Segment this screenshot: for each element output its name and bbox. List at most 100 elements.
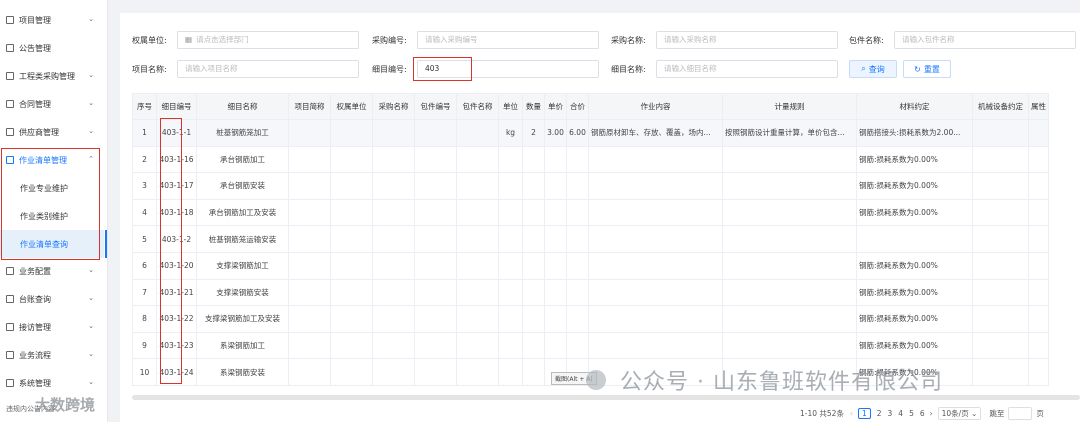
table-row[interactable]: 9 403-1-23 系梁钢筋加工 钢筋:损耗系数为0.00% <box>132 331 1049 360</box>
col-header[interactable]: 单位 <box>498 93 523 120</box>
table-row[interactable]: 3 403-1-17 承台钢筋安装 钢筋:损耗系数为0.00% <box>132 172 1049 200</box>
col-header[interactable]: 合价 <box>566 93 589 120</box>
table-row[interactable]: 4 403-1-18 承台钢筋加工及安装 钢筋:损耗系数为0.00% <box>132 198 1049 227</box>
table-cell <box>456 251 499 280</box>
table-cell: 钢筋:损耗系数为0.00% <box>856 172 973 200</box>
col-header[interactable]: 序号 <box>132 93 157 120</box>
table-cell <box>288 358 331 386</box>
table-row[interactable]: 7 403-1-21 支撑梁钢筋安装 钢筋:损耗系数为0.00% <box>132 278 1049 307</box>
table-cell <box>566 331 589 360</box>
table-cell: 钢筋:损耗系数为0.00% <box>856 251 973 280</box>
table-cell <box>972 198 1029 227</box>
sidebar-item-supplier[interactable]: 供应商管理 ⌄ <box>0 118 104 146</box>
col-header[interactable]: 项目简称 <box>288 93 331 120</box>
table-row[interactable]: 6 403-1-20 支撑梁钢筋加工 钢筋:损耗系数为0.00% <box>132 251 1049 280</box>
table-cell: 5 <box>132 225 157 253</box>
table-cell <box>972 172 1029 200</box>
table-cell <box>456 172 499 200</box>
table-cell <box>588 278 723 307</box>
next-page-icon[interactable]: › <box>930 409 933 418</box>
table-cell <box>522 198 545 227</box>
workflow-icon <box>6 351 14 359</box>
table-cell <box>722 278 857 307</box>
sidebar-item-business-config[interactable]: 业务配置 ⌄ <box>0 257 104 285</box>
prev-page-icon[interactable]: ‹ <box>850 409 853 418</box>
col-header[interactable]: 数量 <box>522 93 545 120</box>
chevron-down-icon: ⌄ <box>88 378 94 386</box>
table-cell <box>972 278 1029 307</box>
sidebar-item-contract[interactable]: 合同管理 ⌄ <box>0 90 104 118</box>
sidebar-item-label: 接访管理 <box>19 322 51 332</box>
table-cell <box>1028 358 1049 386</box>
table-cell: 系梁钢筋安装 <box>196 358 289 386</box>
table-cell: 6 <box>132 251 157 280</box>
page-size-select[interactable]: 10条/页 ⌄ <box>937 406 982 420</box>
page-number[interactable]: 4 <box>898 409 903 418</box>
table-cell <box>522 251 545 280</box>
col-header[interactable]: 细目编号 <box>156 93 197 120</box>
table-cell <box>1028 119 1049 147</box>
table-cell <box>1028 305 1049 333</box>
highlight-box-sidebar <box>1 148 100 260</box>
jump-input[interactable] <box>1008 406 1033 420</box>
col-header[interactable]: 单价 <box>544 93 567 120</box>
search-button[interactable]: ⌕ 查询 <box>849 60 897 78</box>
table-cell: 系梁钢筋加工 <box>196 331 289 360</box>
table-cell <box>522 278 545 307</box>
sidebar-item-workflow[interactable]: 业务流程 ⌄ <box>0 341 104 369</box>
purchase-name-field[interactable]: 请输入采购名称 <box>656 31 838 49</box>
table-cell <box>1028 331 1049 360</box>
table-cell <box>456 145 499 174</box>
search-button-label: 查询 <box>868 64 885 74</box>
org-field[interactable]: ▦ 请点击选择部门 <box>177 31 359 49</box>
sidebar-item-system[interactable]: 系统管理 ⌄ <box>0 369 104 397</box>
col-header[interactable]: 作业内容 <box>588 93 723 120</box>
col-header[interactable]: 计量规则 <box>722 93 857 120</box>
table-cell <box>972 305 1029 333</box>
col-header[interactable]: 采购名称 <box>372 93 415 120</box>
page-unit: 页 <box>1036 408 1044 418</box>
col-header[interactable]: 细目名称 <box>196 93 289 120</box>
chevron-down-icon: ⌄ <box>88 15 94 23</box>
page-number[interactable]: 1 <box>857 407 871 419</box>
sidebar-item-engineering-purchase[interactable]: 工程类采购管理 ⌄ <box>0 62 104 90</box>
table-cell <box>522 172 545 200</box>
table-cell: 3 <box>132 172 157 200</box>
table-row[interactable]: 1 403-1-1 桩基钢筋笼加工 kg 2 3.00 6.00 钢筋原材卸车、存放、覆盖，场… <box>132 119 1049 147</box>
table-row[interactable]: 5 403-1-2 桩基钢筋笼运输安装 <box>132 225 1049 253</box>
table-row[interactable]: 2 403-1-16 承台钢筋加工 钢筋:损耗系数为0.00% <box>132 145 1049 174</box>
purchase-no-field[interactable]: 请输入采购编号 <box>417 31 599 49</box>
table-cell: kg <box>498 119 523 147</box>
table-cell <box>722 225 857 253</box>
table-cell: 8 <box>132 305 157 333</box>
table-cell <box>498 172 523 200</box>
table-cell <box>1028 278 1049 307</box>
table-cell <box>330 331 373 360</box>
package-name-field[interactable]: 请输入包件名称 <box>894 31 1076 49</box>
col-header[interactable]: 属性 <box>1028 93 1049 120</box>
project-name-field[interactable]: 请输入项目名称 <box>177 60 359 78</box>
page-number[interactable]: 5 <box>909 409 914 418</box>
table-row[interactable]: 8 403-1-22 支撑梁钢筋加工及安装 钢筋:损耗系数为0.00% <box>132 305 1049 333</box>
table-cell <box>972 225 1029 253</box>
table-cell <box>566 278 589 307</box>
table-cell: 2 <box>522 119 545 147</box>
col-header[interactable]: 材料约定 <box>856 93 973 120</box>
sidebar-item-project[interactable]: 项目管理 ⌄ <box>0 6 104 34</box>
col-header[interactable]: 包件名称 <box>456 93 499 120</box>
table-cell: 支撑梁钢筋加工 <box>196 251 289 280</box>
page-number[interactable]: 6 <box>920 409 925 418</box>
sidebar-item-notice[interactable]: 公告管理 <box>0 34 104 62</box>
table-cell: 钢筋:损耗系数为0.00% <box>856 278 973 307</box>
watermark-text-2: 大数跨境 <box>35 396 96 414</box>
wechat-logo-icon <box>586 370 606 390</box>
item-name-field[interactable]: 请输入细目名称 <box>656 60 838 78</box>
sidebar-item-visit[interactable]: 接访管理 ⌄ <box>0 313 104 341</box>
page-number[interactable]: 3 <box>888 409 893 418</box>
reset-button[interactable]: ↻ 重置 <box>903 60 951 78</box>
page-number[interactable]: 2 <box>877 409 882 418</box>
col-header[interactable]: 包件编号 <box>414 93 457 120</box>
col-header[interactable]: 权属单位 <box>330 93 373 120</box>
sidebar-item-ledger[interactable]: 台账查询 ⌄ <box>0 285 104 313</box>
col-header[interactable]: 机械设备约定 <box>972 93 1029 120</box>
